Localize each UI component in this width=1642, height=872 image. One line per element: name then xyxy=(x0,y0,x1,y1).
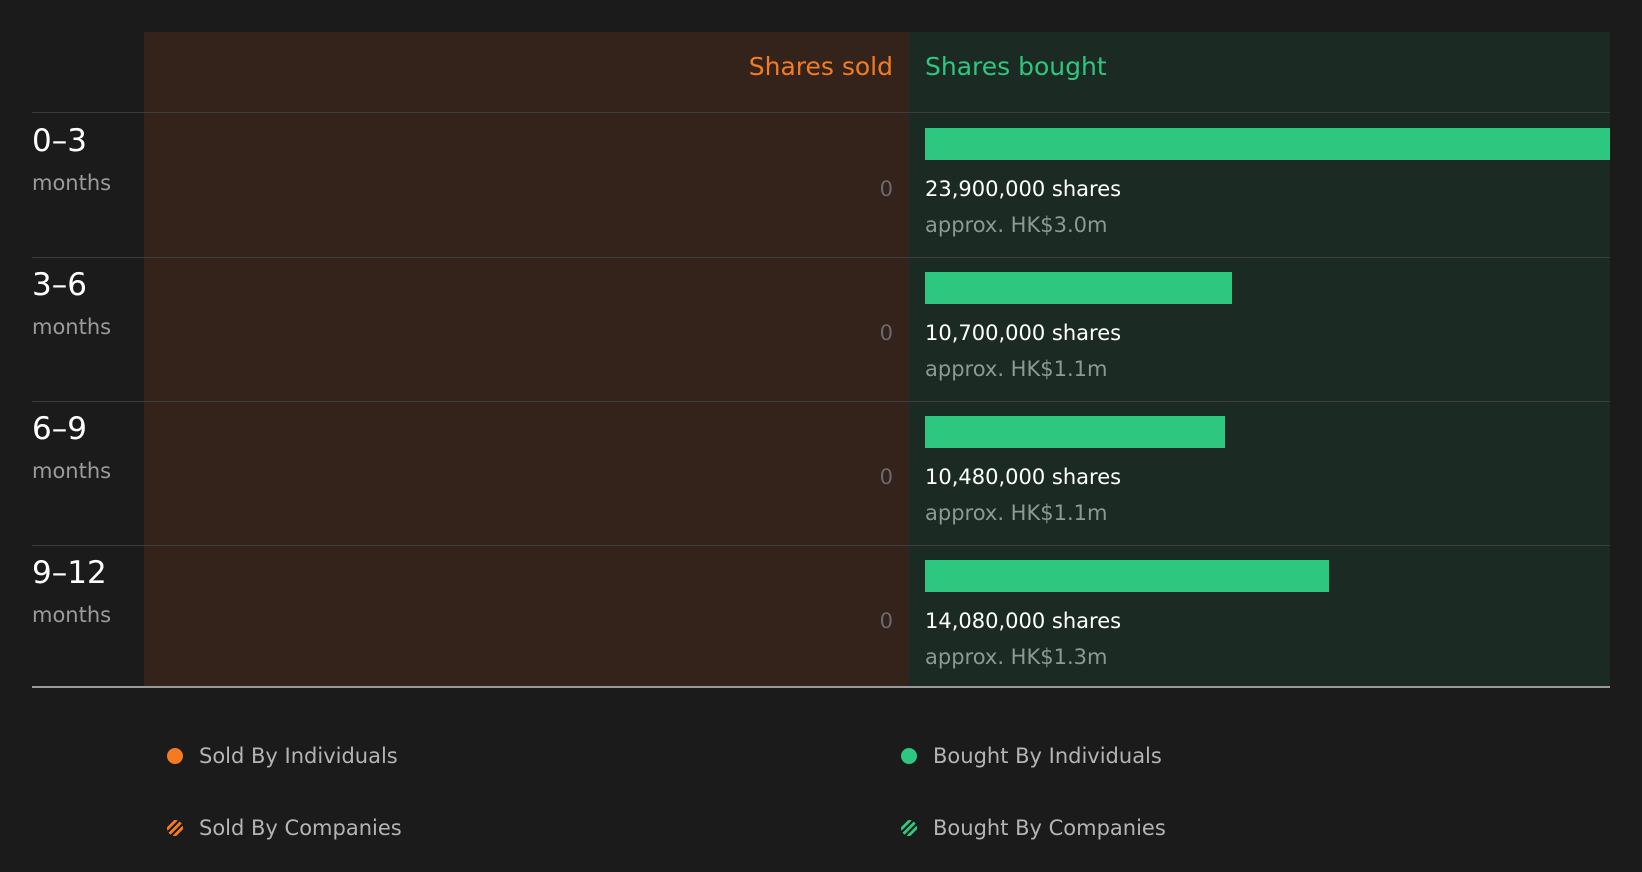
shares-sold-value: 0 xyxy=(879,177,893,201)
shares-bought-value: approx. HK$3.0m xyxy=(925,213,1108,237)
legend-item-3: Bought By Companies xyxy=(901,813,1166,843)
period-unit-label: months xyxy=(32,171,112,195)
legend-item-2: Sold By Companies xyxy=(167,813,402,843)
chart-baseline xyxy=(32,686,1610,688)
legend-label: Sold By Individuals xyxy=(199,744,398,768)
legend-label: Bought By Companies xyxy=(933,816,1166,840)
period-range-label: 3–6 xyxy=(32,267,87,303)
shares-bought-value: approx. HK$1.1m xyxy=(925,501,1108,525)
shares-bought-bar xyxy=(925,272,1232,304)
period-range-label: 6–9 xyxy=(32,411,87,447)
shares-sold-value: 0 xyxy=(879,465,893,489)
period-unit-label: months xyxy=(32,459,112,483)
shares-bought-value: approx. HK$1.1m xyxy=(925,357,1108,381)
legend-label: Sold By Companies xyxy=(199,816,402,840)
shares-bought-count: 10,480,000 shares xyxy=(925,465,1122,489)
shares-sold-value: 0 xyxy=(879,321,893,345)
shares-bought-count: 10,700,000 shares xyxy=(925,321,1122,345)
shares-bought-bar xyxy=(925,560,1329,592)
shares-bought-bar xyxy=(925,128,1610,160)
period-range-label: 9–12 xyxy=(32,555,107,591)
legend-item-1: Bought By Individuals xyxy=(901,741,1162,771)
chart-row-0: 0–3 months 0 23,900,000 shares approx. HK$3.… xyxy=(0,113,1642,257)
period-unit-label: months xyxy=(32,315,112,339)
shares-bought-value: approx. HK$1.3m xyxy=(925,645,1108,669)
solid-dot-icon xyxy=(167,748,183,764)
shares-sold-header: Shares sold xyxy=(748,52,893,81)
shares-bought-count: 14,080,000 shares xyxy=(925,609,1122,633)
chart-row-2: 6–9 months 0 10,480,000 shares approx. HK$1.… xyxy=(0,401,1642,545)
legend-label: Bought By Individuals xyxy=(933,744,1162,768)
solid-dot-icon xyxy=(901,748,917,764)
shares-bought-count: 23,900,000 shares xyxy=(925,177,1122,201)
shares-bought-header: Shares bought xyxy=(925,52,1107,81)
chart-row-1: 3–6 months 0 10,700,000 shares approx. HK$1.… xyxy=(0,257,1642,401)
legend-item-0: Sold By Individuals xyxy=(167,741,398,771)
shares-sold-value: 0 xyxy=(879,609,893,633)
hatched-dot-icon xyxy=(901,820,917,836)
chart-row-3: 9–12 months 0 14,080,000 shares approx. HK$1… xyxy=(0,545,1642,689)
shares-bought-bar xyxy=(925,416,1225,448)
period-range-label: 0–3 xyxy=(32,123,87,159)
period-unit-label: months xyxy=(32,603,112,627)
hatched-dot-icon xyxy=(167,820,183,836)
